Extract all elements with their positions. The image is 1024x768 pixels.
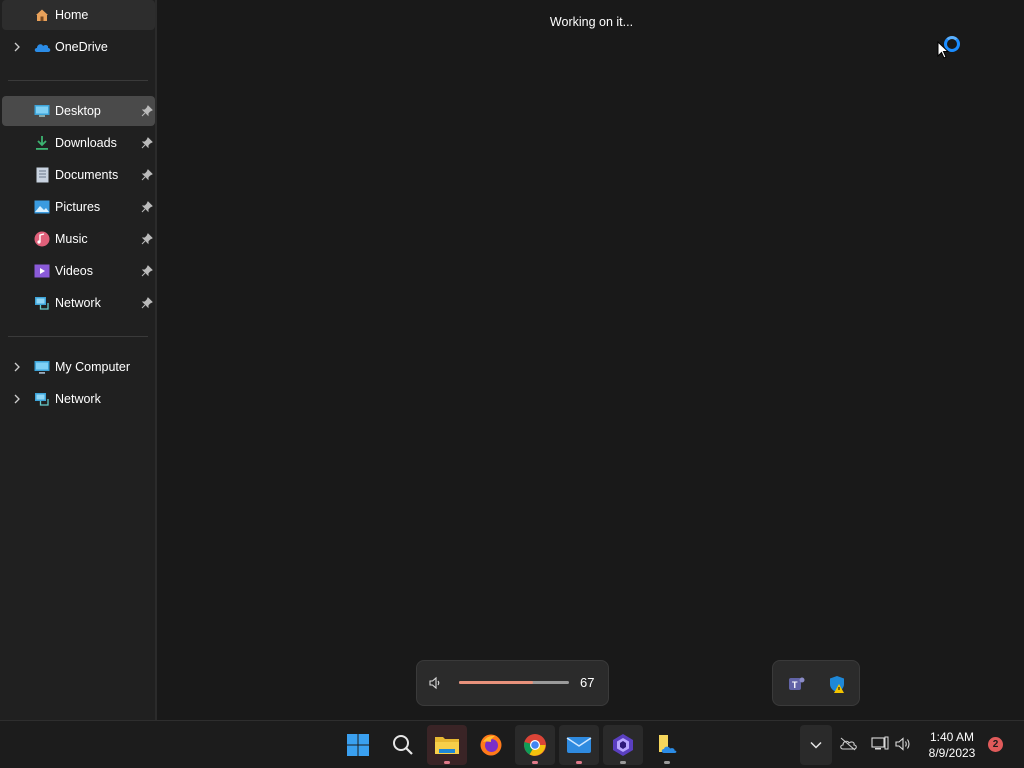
chevron-right-icon[interactable] [12, 384, 22, 414]
clock-time: 1:40 AM [929, 730, 975, 744]
running-indicator [664, 761, 670, 764]
search-button[interactable] [383, 725, 423, 765]
search-icon [393, 735, 413, 755]
documents-icon [33, 166, 51, 184]
taskbar-firefox[interactable] [471, 725, 511, 765]
volume-tray[interactable] [892, 733, 914, 755]
clock[interactable]: 1:40 AM 8/9/2023 [922, 729, 982, 761]
pin-icon[interactable] [141, 201, 153, 213]
nav-network-quick-label: Network [55, 296, 101, 310]
nav-videos-label: Videos [55, 264, 93, 278]
nav-videos[interactable]: Videos [2, 256, 155, 286]
file-explorer-icon [435, 737, 459, 754]
chevron-right-icon[interactable] [12, 32, 22, 62]
volume-value: 67 [580, 675, 595, 690]
nav-documents-label: Documents [55, 168, 119, 182]
loading-status: Working on it... [549, 15, 634, 29]
mouse-cursor-icon [937, 41, 950, 59]
nav-pictures-label: Pictures [55, 200, 101, 214]
nav-my-computer[interactable]: My Computer [2, 352, 155, 382]
network-icon [33, 390, 51, 408]
svg-text:T: T [792, 680, 798, 690]
teams-icon[interactable]: T [786, 674, 806, 694]
nav-network[interactable]: Network [2, 384, 155, 414]
videos-icon [33, 262, 51, 280]
nav-network-quick[interactable]: Network [2, 288, 155, 318]
windows-start-icon [347, 734, 369, 756]
chevron-right-icon[interactable] [12, 352, 22, 382]
volume-slider-fill [459, 681, 533, 684]
taskbar-mail[interactable] [559, 725, 599, 765]
taskbar-notepad-cloud[interactable] [647, 725, 687, 765]
tray-overflow-flyout: T [772, 660, 860, 706]
running-indicator [532, 761, 538, 764]
clipchamp-icon [613, 734, 633, 756]
nav-music[interactable]: Music [2, 224, 155, 254]
network-icon [33, 294, 51, 312]
computer-icon [33, 358, 51, 376]
nav-my-computer-label: My Computer [55, 360, 131, 374]
pictures-icon [33, 198, 51, 216]
running-indicator [576, 761, 582, 764]
show-hidden-icons-button[interactable] [800, 725, 832, 765]
nav-downloads[interactable]: Downloads [2, 128, 155, 158]
desktop-icon [33, 102, 51, 120]
speaker-icon [895, 737, 910, 751]
defender-warning-icon[interactable] [827, 674, 847, 694]
onedrive-icon [33, 38, 51, 56]
mail-icon [566, 737, 592, 753]
pin-icon[interactable] [141, 169, 153, 181]
pin-icon[interactable] [141, 297, 153, 309]
nav-divider [8, 336, 148, 337]
taskbar-chrome[interactable] [515, 725, 555, 765]
volume-slider[interactable] [459, 681, 569, 684]
nav-divider [8, 80, 148, 81]
onedrive-offline-icon [840, 737, 857, 751]
speaker-icon[interactable] [428, 676, 442, 690]
nav-onedrive-label: OneDrive [55, 40, 108, 54]
onedrive-offline-tray[interactable] [837, 733, 859, 755]
volume-flyout: 67 [416, 660, 609, 706]
nav-desktop-label: Desktop [55, 104, 101, 118]
taskbar-file-explorer[interactable] [427, 725, 467, 765]
taskbar-clipchamp[interactable] [603, 725, 643, 765]
notification-badge[interactable]: 2 [988, 737, 1003, 752]
notepad-cloud-icon [659, 735, 677, 753]
pin-icon[interactable] [141, 105, 153, 117]
navigation-pane: Home OneDrive Desktop Downloads Document… [0, 0, 157, 720]
running-indicator [444, 761, 450, 764]
nav-pictures[interactable]: Pictures [2, 192, 155, 222]
chrome-icon [524, 734, 546, 756]
nav-downloads-label: Downloads [55, 136, 117, 150]
nav-network-label: Network [55, 392, 101, 406]
downloads-icon [33, 134, 51, 152]
nav-desktop[interactable]: Desktop [2, 96, 155, 126]
running-indicator [620, 761, 626, 764]
network-tray[interactable] [869, 733, 891, 755]
chevron-down-icon [810, 741, 822, 749]
clock-date: 8/9/2023 [928, 746, 976, 760]
pin-icon[interactable] [141, 265, 153, 277]
content-area[interactable] [157, 0, 1024, 720]
start-button[interactable] [338, 725, 378, 765]
desktop-screen: Home OneDrive Desktop Downloads Document… [0, 0, 1024, 768]
pin-icon[interactable] [141, 233, 153, 245]
taskbar: 1:40 AM 8/9/2023 2 [0, 720, 1024, 768]
nav-onedrive[interactable]: OneDrive [2, 32, 155, 62]
network-tray-icon [871, 736, 889, 750]
nav-documents[interactable]: Documents [2, 160, 155, 190]
pin-icon[interactable] [141, 137, 153, 149]
firefox-icon [480, 734, 502, 756]
music-icon [33, 230, 51, 248]
nav-music-label: Music [55, 232, 88, 246]
